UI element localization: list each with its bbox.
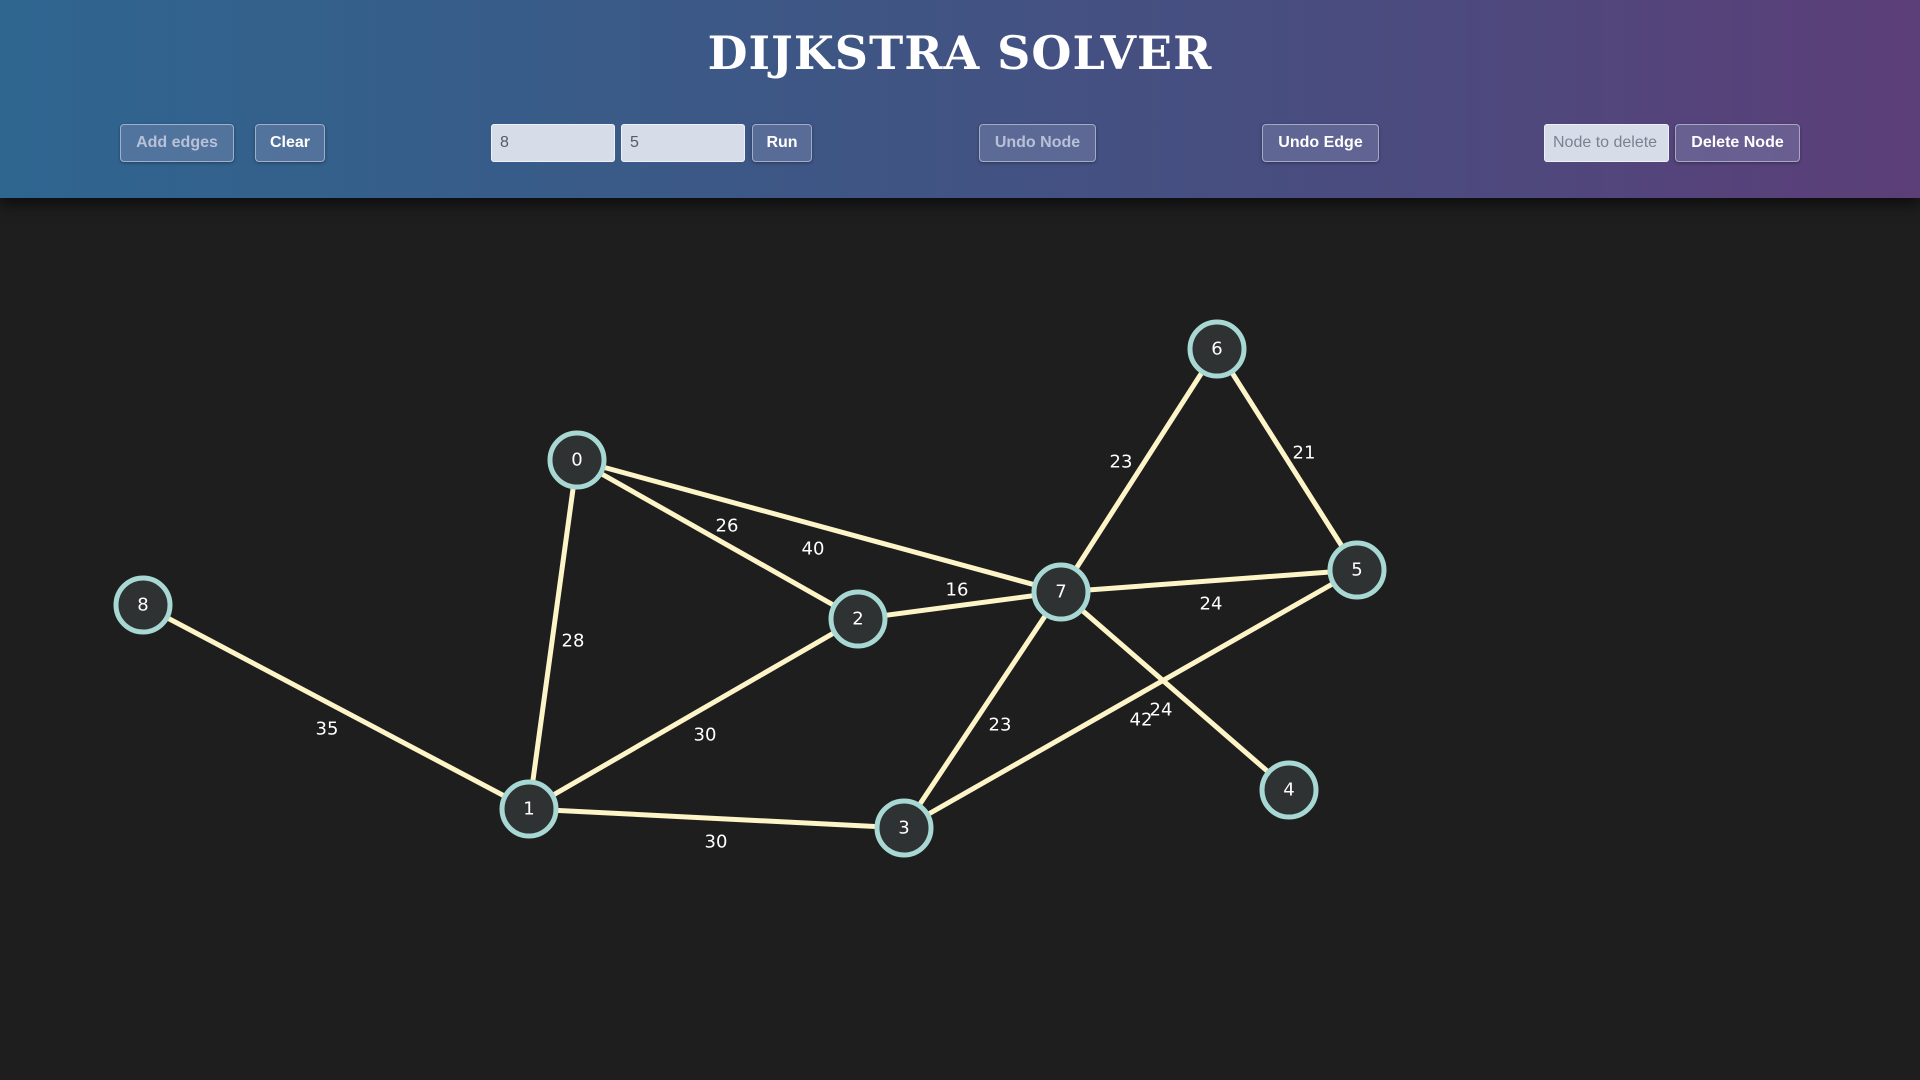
node-label: 5: [1351, 560, 1362, 581]
edge-0-7[interactable]: [576, 457, 1062, 595]
edge-7-4[interactable]: [1059, 590, 1291, 792]
app-title: DIJKSTRA SOLVER: [707, 26, 1213, 80]
node-label: 1: [523, 799, 534, 820]
edge-weight-label: 24: [1200, 594, 1223, 615]
node-to-delete-input[interactable]: [1544, 124, 1669, 162]
edge-labels-layer: 3528264030301623 2124232442: [316, 443, 1316, 853]
graph-node-2[interactable]: 2: [828, 589, 888, 649]
edge-weight-label: 23: [1110, 452, 1133, 473]
add-edges-button[interactable]: Add edges: [120, 124, 234, 162]
edge-7-3[interactable]: [901, 590, 1064, 830]
source-node-input[interactable]: [491, 124, 615, 162]
undo-edge-button[interactable]: Undo Edge: [1262, 124, 1379, 162]
graph-node-6[interactable]: 6: [1187, 319, 1247, 379]
node-label: 7: [1055, 582, 1066, 603]
edge-weight-label: 35: [316, 719, 339, 740]
edge-weight-label: 23: [989, 715, 1012, 736]
graph-node-4[interactable]: 4: [1259, 760, 1319, 820]
edge-weight-label: 16: [946, 580, 969, 601]
edge-7-5[interactable]: [1060, 567, 1358, 595]
graph-node-5[interactable]: 5: [1327, 540, 1387, 600]
node-label: 6: [1211, 339, 1222, 360]
edge-8-1[interactable]: [141, 602, 531, 812]
edge-weight-label: 40: [802, 539, 825, 560]
undo-node-button[interactable]: Undo Node: [979, 124, 1096, 162]
edge-weight-label: 26: [716, 516, 739, 537]
edge-weight-label: 21: [1293, 443, 1316, 464]
run-button[interactable]: Run: [752, 124, 812, 162]
edge-weight-label: 30: [694, 725, 717, 746]
node-label: 4: [1283, 780, 1294, 801]
edge-weight-label: 30: [705, 832, 728, 853]
edges-layer: [141, 347, 1360, 831]
graph-node-1[interactable]: 1: [499, 779, 559, 839]
node-label: 8: [137, 595, 148, 616]
delete-node-button[interactable]: Delete Node: [1675, 124, 1800, 162]
node-label: 3: [898, 818, 909, 839]
edge-weight-label: 24: [1150, 700, 1173, 721]
toolbar-header: DIJKSTRA SOLVER Add edges Clear Run Undo…: [0, 0, 1920, 198]
edge-6-5[interactable]: [1214, 347, 1360, 572]
target-node-input[interactable]: [621, 124, 745, 162]
node-label: 0: [571, 450, 582, 471]
edge-weight-label: 42: [1130, 710, 1153, 731]
clear-button[interactable]: Clear: [255, 124, 325, 162]
edge-weight-label: 28: [562, 631, 585, 652]
node-label: 2: [852, 609, 863, 630]
edge-7-6[interactable]: [1058, 347, 1220, 594]
edge-1-3[interactable]: [528, 806, 905, 831]
nodes-layer: 012345678: [113, 319, 1387, 858]
graph-node-0[interactable]: 0: [547, 430, 607, 490]
graph-node-7[interactable]: 7: [1031, 562, 1091, 622]
graph-node-8[interactable]: 8: [113, 575, 173, 635]
graph-node-3[interactable]: 3: [874, 798, 934, 858]
graph-canvas[interactable]: 3528264030301623 2124232442 012345678: [0, 198, 1920, 1080]
